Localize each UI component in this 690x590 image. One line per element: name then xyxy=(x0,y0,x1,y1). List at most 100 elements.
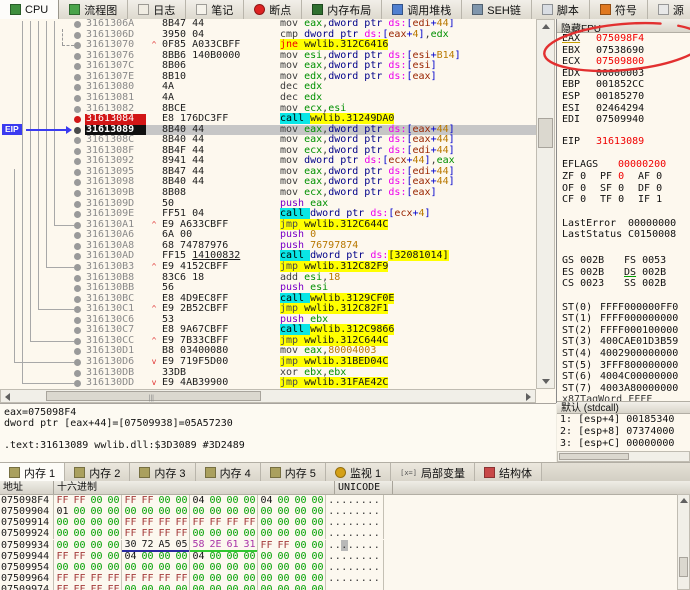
stack-arg-row[interactable]: 3: [esp+C] 00000000 xyxy=(560,438,690,450)
disasm-row[interactable]: 316130ADFF15 14100832call dword ptr ds:[… xyxy=(0,251,536,262)
disasm-row[interactable]: 3161309D50push eax xyxy=(0,199,536,210)
breakpoint-dot[interactable] xyxy=(74,74,81,81)
scroll-up-arrow[interactable] xyxy=(680,498,688,503)
dock-tab-内存-5[interactable]: 内存 5 xyxy=(261,463,326,482)
disasm-row[interactable]: 316130988B40 44mov eax,dword ptr ds:[eax… xyxy=(0,177,536,188)
breakpoint-dot[interactable] xyxy=(74,158,81,165)
disasm-row[interactable]: 316130898B40 44mov eax,dword ptr ds:[eax… xyxy=(0,125,536,136)
disasm-row[interactable]: 316130C1^E9 2B52CBFFjmp wwlib.312C82F1 xyxy=(0,304,536,315)
fpu-st-row[interactable]: ST(1)FFFF000000000 xyxy=(562,313,690,325)
tab-log[interactable]: 日志 xyxy=(128,0,186,19)
breakpoint-dot[interactable] xyxy=(74,116,81,123)
breakpoint-dot[interactable] xyxy=(74,63,81,70)
disasm-row[interactable]: 316130DB33DBxor ebx,ebx xyxy=(0,368,536,379)
breakpoint-dot[interactable] xyxy=(74,243,81,250)
dump-row[interactable]: 0750995400000000000000000000000000000000… xyxy=(0,562,690,573)
register-row-edx[interactable]: EDX00000003 xyxy=(562,68,690,80)
disasm-row[interactable]: 316130A66A 00push 0 xyxy=(0,230,536,241)
breakpoint-dot[interactable] xyxy=(74,42,81,49)
fpu-st-row[interactable]: ST(0)FFFF000000FF0 xyxy=(562,302,690,314)
disassembly-vscrollbar[interactable] xyxy=(536,19,555,389)
disasm-row[interactable]: 316130804Adec edx xyxy=(0,82,536,93)
dump-row[interactable]: 07509974FFFFFFFF000000000000000000000000… xyxy=(0,584,690,590)
disasm-row[interactable]: 3161308C8B40 44mov eax,dword ptr ds:[eax… xyxy=(0,135,536,146)
register-row-esp[interactable]: ESP00185270 xyxy=(562,91,690,103)
disasm-row[interactable]: 316130B3^E9 4152CBFFjmp wwlib.312C82F9 xyxy=(0,262,536,273)
breakpoint-dot[interactable] xyxy=(74,359,81,366)
scroll-thumb[interactable] xyxy=(538,118,553,148)
calling-convention-header[interactable]: 默认 (stdcall) xyxy=(557,401,690,414)
disasm-row[interactable]: 3161309B8B08mov ecx,dword ptr ds:[eax] xyxy=(0,188,536,199)
breakpoint-dot[interactable] xyxy=(74,370,81,377)
segment-cs[interactable]: CS 0023 xyxy=(562,278,624,290)
breakpoint-dot[interactable] xyxy=(74,264,81,271)
scroll-right-arrow[interactable] xyxy=(526,393,531,401)
scroll-thumb[interactable] xyxy=(679,557,688,577)
tab-script[interactable]: 脚本 xyxy=(532,0,590,19)
breakpoint-dot[interactable] xyxy=(74,222,81,229)
breakpoint-dot[interactable] xyxy=(74,84,81,91)
register-row-edi[interactable]: EDI07509940 xyxy=(562,114,690,126)
disasm-row[interactable]: 316130768BB6 140B0000mov esi,dword ptr d… xyxy=(0,51,536,62)
breakpoint-dot[interactable] xyxy=(74,232,81,239)
dock-tab-内存-1[interactable]: 内存 1 xyxy=(0,463,65,482)
disasm-row[interactable]: 3161307E8B10mov edx,dword ptr ds:[eax] xyxy=(0,72,536,83)
scroll-thumb[interactable] xyxy=(559,453,629,460)
disasm-row[interactable]: 3161306D3950 04cmp dword ptr ds:[eax+4],… xyxy=(0,30,536,41)
flag-of[interactable]: OF 0 xyxy=(562,183,600,195)
disasm-row[interactable]: 3161308F8B4F 44mov ecx,dword ptr ds:[edi… xyxy=(0,146,536,157)
scroll-left-arrow[interactable] xyxy=(5,393,10,401)
breakpoint-dot[interactable] xyxy=(74,53,81,60)
dump-row[interactable]: 07509934000000003072A505582E6131FFFF0000… xyxy=(0,540,690,551)
disasm-row[interactable]: 316130C7E8 9A67CBFFcall wwlib.312C9866 xyxy=(0,325,536,336)
fpu-st-row[interactable]: ST(5)3FFF800000000 xyxy=(562,360,690,372)
disasm-row[interactable]: 31613084E8 176DC3FFcall wwlib.31249DA0 xyxy=(0,114,536,125)
tab-symbols[interactable]: 符号 xyxy=(590,0,648,19)
disasm-row[interactable]: 3161306A8B47 44mov eax,dword ptr ds:[edi… xyxy=(0,19,536,30)
breakpoint-dot[interactable] xyxy=(74,348,81,355)
breakpoint-dot[interactable] xyxy=(74,275,81,282)
breakpoint-dot[interactable] xyxy=(74,21,81,28)
breakpoint-dot[interactable] xyxy=(74,106,81,113)
tab-call-stack[interactable]: 调用堆栈 xyxy=(382,0,462,19)
flag-df[interactable]: DF 0 xyxy=(638,183,676,195)
fpu-st-row[interactable]: ST(2)FFFF000100000 xyxy=(562,325,690,337)
hide-fpu-header[interactable]: 隐藏FPU xyxy=(557,19,690,33)
dump-vscrollbar[interactable] xyxy=(677,494,690,590)
breakpoint-dot[interactable] xyxy=(74,148,81,155)
register-row-eip[interactable]: EIP31613089 xyxy=(562,136,690,148)
breakpoint-dot[interactable] xyxy=(74,127,81,134)
dump-row[interactable]: 0750990401000000000000000000000000000000… xyxy=(0,506,690,517)
tab-seh-chain[interactable]: SEH链 xyxy=(462,0,532,19)
segment-es[interactable]: ES 002B xyxy=(562,267,624,279)
breakpoint-dot[interactable] xyxy=(74,179,81,186)
flag-zf[interactable]: ZF 0 xyxy=(562,171,600,183)
disasm-row[interactable]: 316130A1^E9 A633CBFFjmp wwlib.312C644C xyxy=(0,220,536,231)
stack-arg-row[interactable]: 2: [esp+8] 07374000 xyxy=(560,426,690,438)
dump-row[interactable]: 07509964FFFFFFFFFFFFFFFF0000000000000000… xyxy=(0,573,690,584)
breakpoint-dot[interactable] xyxy=(74,327,81,334)
dock-tab-内存-2[interactable]: 内存 2 xyxy=(65,463,130,482)
disasm-row[interactable]: 316130814Adec edx xyxy=(0,93,536,104)
disasm-row[interactable]: 316130BCE8 4D9EC8FFcall wwlib.3129CF0E xyxy=(0,294,536,305)
fpu-st-row[interactable]: ST(4)4002900000000 xyxy=(562,348,690,360)
scroll-thumb[interactable]: ||| xyxy=(46,391,261,401)
tab-source[interactable]: 源 xyxy=(648,0,690,19)
dock-tab-结构体[interactable]: 结构体 xyxy=(475,463,542,482)
flag-cf[interactable]: CF 0 xyxy=(562,194,600,206)
dock-tab-监视-1[interactable]: 监视 1 xyxy=(326,463,391,482)
breakpoint-dot[interactable] xyxy=(74,137,81,144)
breakpoint-dot[interactable] xyxy=(74,296,81,303)
disasm-row[interactable]: 3161307C8B06mov eax,dword ptr ds:[esi] xyxy=(0,61,536,72)
fpu-st-row[interactable]: ST(3)400CAE01D3B59 xyxy=(562,336,690,348)
disasm-row[interactable]: 316130928941 44mov dword ptr ds:[ecx+44]… xyxy=(0,156,536,167)
disasm-row[interactable]: 316130D6vE9 719F5D00jmp wwlib.31BED04C xyxy=(0,357,536,368)
disasm-row[interactable]: 316130BB56push esi xyxy=(0,283,536,294)
register-row-eax[interactable]: EAX075098F4 xyxy=(562,33,690,45)
tab-notes[interactable]: 笔记 xyxy=(186,0,244,19)
tab-flowgraph[interactable]: 流程图 xyxy=(59,0,128,19)
dump-row[interactable]: 0750991400000000FFFFFFFFFFFFFFFF00000000… xyxy=(0,517,690,528)
breakpoint-dot[interactable] xyxy=(74,317,81,324)
breakpoint-dot[interactable] xyxy=(74,338,81,345)
stack-arg-row[interactable]: 1: [esp+4] 00185340 xyxy=(560,414,690,426)
